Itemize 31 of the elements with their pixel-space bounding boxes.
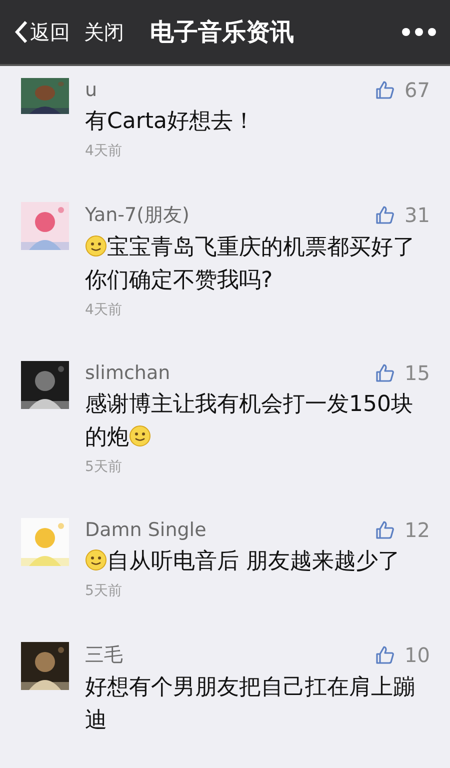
comment-text: 自从听电音后 朋友越来越少了 bbox=[85, 545, 430, 578]
comment-time: 4天前 bbox=[85, 301, 123, 319]
page-title: 电子音乐资讯 bbox=[150, 17, 295, 48]
comment-time: 5天前 bbox=[85, 582, 123, 600]
back-button[interactable]: 返回 bbox=[14, 18, 70, 46]
close-button[interactable]: 关闭 bbox=[84, 18, 124, 46]
back-icon bbox=[14, 20, 28, 44]
comment-time: 5天前 bbox=[85, 458, 123, 476]
user-name: 三毛 bbox=[85, 643, 124, 668]
smiley-icon bbox=[85, 235, 107, 257]
like-button[interactable]: 31 bbox=[374, 203, 430, 227]
comment-text: 有Carta好想去！ bbox=[85, 108, 256, 136]
user-name: Damn Single bbox=[85, 519, 208, 541]
user-name: slimchan bbox=[85, 362, 172, 384]
comment-text: 好想有个男朋友把自己扛在肩上蹦迪 bbox=[85, 674, 416, 735]
like-button[interactable]: 12 bbox=[374, 518, 430, 542]
thumbs-up-icon bbox=[374, 520, 395, 540]
like-button[interactable]: 67 bbox=[374, 78, 430, 102]
comment-text: 感谢博主让我有机会打一发150块的炮 bbox=[85, 391, 414, 452]
thumbs-up-icon bbox=[374, 645, 395, 665]
thumbs-up-icon bbox=[374, 80, 395, 100]
smiley-icon bbox=[85, 549, 107, 571]
comment-time: 4天前 bbox=[85, 142, 123, 160]
comment-text: 宝宝青岛飞重庆的机票都买好了你们确定不赞我吗? bbox=[85, 234, 416, 295]
like-button[interactable]: 10 bbox=[374, 643, 430, 667]
user-name: u bbox=[85, 79, 98, 101]
thumbs-up-icon bbox=[374, 363, 395, 383]
user-name: Yan-7(朋友) bbox=[85, 203, 190, 228]
smiley-icon bbox=[129, 425, 151, 447]
like-button[interactable]: 15 bbox=[374, 361, 430, 385]
thumbs-up-icon bbox=[374, 205, 395, 225]
